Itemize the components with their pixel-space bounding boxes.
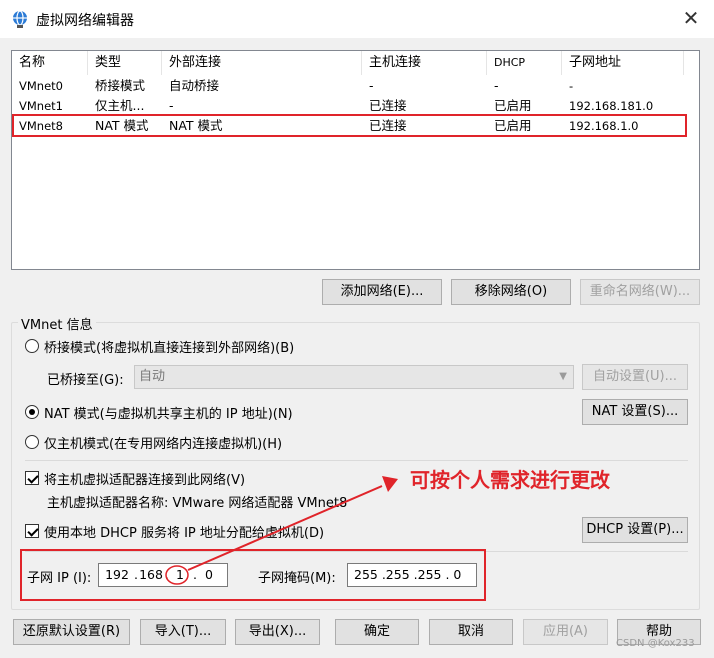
ok-button[interactable]: 确定 xyxy=(335,619,419,645)
table-row-selected[interactable]: VMnet8 NAT 模式 NAT 模式 已连接 已启用 192.168.1.0 xyxy=(12,116,699,136)
cell-host: - xyxy=(369,78,374,93)
cell-external: - xyxy=(169,98,174,113)
cell-external: NAT 模式 xyxy=(169,118,223,133)
subnet-mask-label: 子网掩码(M): xyxy=(258,571,336,586)
dhcp-label[interactable]: 使用本地 DHCP 服务将 IP 地址分配给虚拟机(D) xyxy=(44,522,324,541)
network-editor-icon xyxy=(13,10,27,28)
cell-external: 自动桥接 xyxy=(169,78,220,93)
subnet-ip-label: 子网 IP (I): xyxy=(27,571,92,586)
vmnet-info-label: VMnet 信息 xyxy=(18,314,96,333)
divider xyxy=(25,460,688,461)
network-list[interactable]: 名称 类型 外部连接 主机连接 DHCP 子网地址 VMnet0 桥接模式 自动… xyxy=(11,50,700,270)
bridged-mode-label[interactable]: 桥接模式(将虚拟机直接连接到外部网络)(B) xyxy=(44,337,294,356)
connect-adapter-label[interactable]: 将主机虚拟适配器连接到此网络(V) xyxy=(44,469,245,488)
subnet-ip-field[interactable]: 192 . 168 . 1 . 0 xyxy=(98,563,228,587)
column-header-dhcp[interactable]: DHCP xyxy=(487,51,562,75)
import-button[interactable]: 导入(T)... xyxy=(140,619,226,645)
nat-mode-label[interactable]: NAT 模式(与虚拟机共享主机的 IP 地址)(N) xyxy=(44,403,293,422)
bridged-to-value: 自动 xyxy=(139,369,166,384)
cell-type: 桥接模式 xyxy=(95,78,146,93)
bridged-mode-radio[interactable] xyxy=(25,339,39,353)
column-header-name[interactable]: 名称 xyxy=(12,51,88,75)
add-network-button[interactable]: 添加网络(E)... xyxy=(322,279,442,305)
chevron-down-icon: ▼ xyxy=(559,371,567,382)
ip-octet-1: 192 xyxy=(105,567,129,582)
cell-subnet: 192.168.181.0 xyxy=(569,99,654,113)
ip-octet-3: 1 xyxy=(176,567,184,582)
column-header-subnet[interactable]: 子网地址 xyxy=(562,51,684,75)
restore-defaults-button[interactable]: 还原默认设置(R) xyxy=(13,619,130,645)
nat-settings-button[interactable]: NAT 设置(S)... xyxy=(582,399,688,425)
host-only-radio[interactable] xyxy=(25,435,39,449)
cell-name: VMnet1 xyxy=(19,99,63,113)
bridged-to-select[interactable]: 自动 ▼ xyxy=(134,365,574,389)
column-header-host[interactable]: 主机连接 xyxy=(362,51,487,75)
cell-dhcp: 已启用 xyxy=(494,98,532,113)
host-only-label[interactable]: 仅主机模式(在专用网络内连接虚拟机)(H) xyxy=(44,433,282,452)
adapter-name-text: 主机虚拟适配器名称: VMware 网络适配器 VMnet8 xyxy=(47,496,348,511)
ip-dot: . xyxy=(165,567,169,582)
divider xyxy=(25,551,688,552)
column-header-external[interactable]: 外部连接 xyxy=(162,51,362,75)
ip-octet-4: 0 xyxy=(205,567,213,582)
bridged-to-label: 已桥接至(G): xyxy=(47,373,124,388)
cell-name: VMnet8 xyxy=(19,119,63,133)
close-button[interactable]: ✕ xyxy=(676,6,706,32)
cell-type: NAT 模式 xyxy=(95,118,149,133)
window-title: 虚拟网络编辑器 xyxy=(36,13,134,29)
cell-host: 已连接 xyxy=(369,118,407,133)
remove-network-button[interactable]: 移除网络(O) xyxy=(451,279,571,305)
connect-adapter-checkbox[interactable] xyxy=(25,471,39,485)
auto-settings-button[interactable]: 自动设置(U)... xyxy=(582,364,688,390)
network-list-header: 名称 类型 外部连接 主机连接 DHCP 子网地址 xyxy=(12,51,699,75)
cell-dhcp: 已启用 xyxy=(494,118,532,133)
table-row[interactable]: VMnet1 仅主机... - 已连接 已启用 192.168.181.0 xyxy=(12,96,699,116)
cell-host: 已连接 xyxy=(369,98,407,113)
column-header-type[interactable]: 类型 xyxy=(88,51,162,75)
cell-dhcp: - xyxy=(494,78,499,93)
cell-subnet: - xyxy=(569,79,574,93)
dhcp-checkbox[interactable] xyxy=(25,524,39,538)
watermark-text: CSDN @Kox233 xyxy=(616,638,695,649)
close-icon: ✕ xyxy=(682,6,700,30)
cancel-button[interactable]: 取消 xyxy=(429,619,513,645)
rename-network-button[interactable]: 重命名网络(W)... xyxy=(580,279,700,305)
export-button[interactable]: 导出(X)... xyxy=(235,619,320,645)
cell-subnet: 192.168.1.0 xyxy=(569,119,639,133)
annotation-text: 可按个人需求进行更改 xyxy=(410,468,610,492)
table-row[interactable]: VMnet0 桥接模式 自动桥接 - - - xyxy=(12,76,699,96)
ip-dot: . xyxy=(193,567,197,582)
subnet-mask-field[interactable]: 255 .255 .255 . 0 xyxy=(347,563,477,587)
cell-name: VMnet0 xyxy=(19,79,63,93)
ip-octet-2: 168 xyxy=(139,567,163,582)
title-bar: 虚拟网络编辑器 ✕ xyxy=(0,0,714,38)
cell-type: 仅主机... xyxy=(95,98,145,113)
apply-button[interactable]: 应用(A) xyxy=(523,619,608,645)
nat-mode-radio[interactable] xyxy=(25,405,39,419)
dhcp-settings-button[interactable]: DHCP 设置(P)... xyxy=(582,517,688,543)
